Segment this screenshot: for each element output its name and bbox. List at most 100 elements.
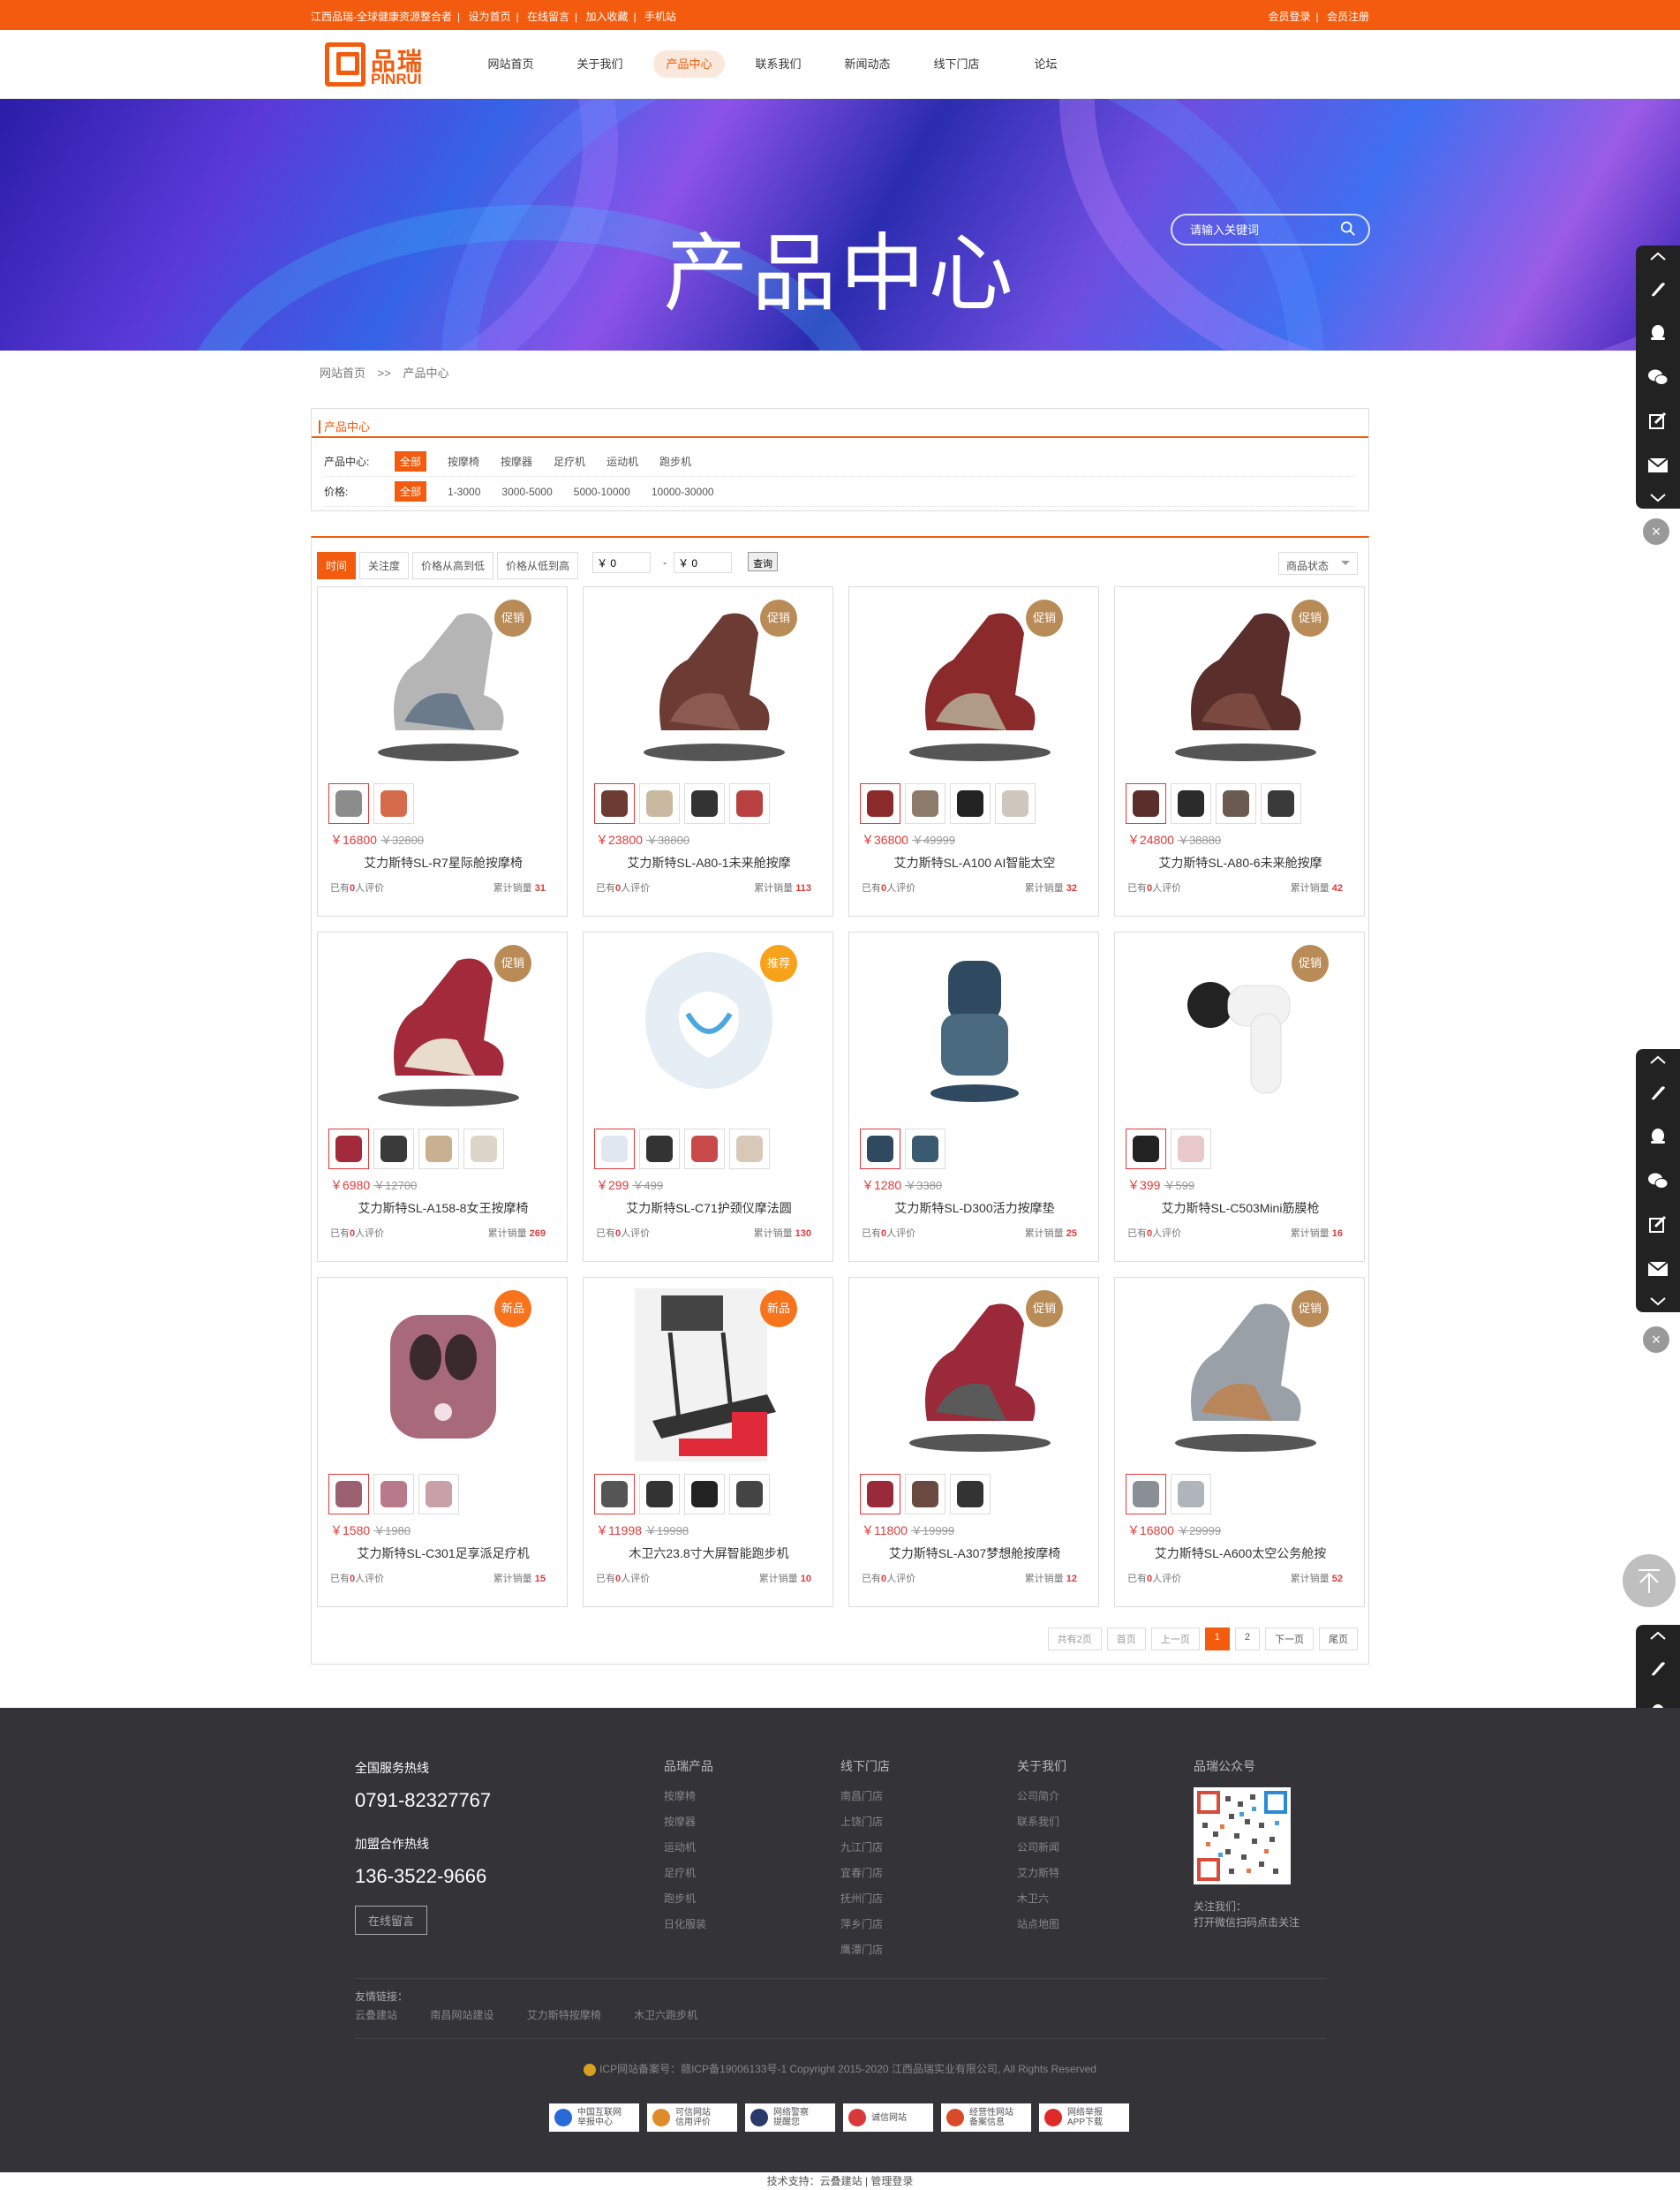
product-card[interactable]: 促销 ￥399 ￥599 艾力斯特SL-C503Mini筋膜枪 已有0人评价 累计销量 1… [1114, 932, 1365, 1262]
min-price-input[interactable] [592, 552, 652, 573]
product-thumbnail[interactable] [639, 1474, 680, 1514]
chevron-up-icon[interactable] [1636, 1625, 1680, 1646]
category-option[interactable]: 按摩椅 [448, 454, 479, 469]
category-option[interactable]: 跑步机 [659, 454, 691, 469]
product-card[interactable]: 促销 ￥6980 ￥12700 艾力斯特SL-A158-8女王按摩椅 已有0人评价 累计销… [317, 932, 568, 1262]
footer-link[interactable]: 鹰潭门店 [840, 1937, 890, 1963]
close-icon[interactable]: × [1643, 1326, 1669, 1353]
wechat-icon[interactable] [1636, 1159, 1680, 1203]
product-thumbnail[interactable] [684, 1474, 725, 1514]
price-option[interactable]: 3000-5000 [501, 486, 552, 498]
footer-link[interactable]: 公司新闻 [1017, 1835, 1066, 1861]
product-name[interactable]: 艾力斯特SL-D300活力按摩垫 [862, 1199, 1088, 1217]
product-name[interactable]: 木卫六23.8寸大屏智能跑步机 [596, 1544, 822, 1562]
product-card[interactable]: 新品 ￥1580 ￥1980 艾力斯特SL-C301足享派足疗机 已有0人评价 累计销量 … [317, 1277, 568, 1607]
online-message-button[interactable]: 在线留言 [355, 1906, 428, 1935]
product-thumbnail[interactable] [639, 1129, 680, 1169]
page-1-button[interactable]: 1 [1204, 1627, 1230, 1650]
product-thumbnail[interactable] [905, 1474, 945, 1514]
product-thumbnail[interactable] [639, 783, 680, 824]
product-name[interactable]: 艾力斯特SL-C503Mini筋膜枪 [1127, 1199, 1353, 1217]
badge-trusted-site[interactable]: 可信网站 信用评价 [647, 2103, 737, 2132]
product-thumbnail[interactable] [418, 1129, 459, 1169]
badge-business-site[interactable]: 经营性网站 备案信息 [941, 2103, 1031, 2132]
product-thumbnail[interactable] [418, 1474, 459, 1514]
footer-link[interactable]: 抚州门店 [840, 1886, 890, 1912]
breadcrumb-current[interactable]: 产品中心 [403, 366, 448, 380]
footer-link[interactable]: 宜春门店 [840, 1861, 890, 1886]
chevron-down-icon[interactable] [1636, 487, 1680, 509]
nav-item-stores[interactable]: 线下门店 [912, 30, 1001, 99]
price-option[interactable]: 全部 [395, 481, 427, 502]
product-thumbnail[interactable] [905, 783, 945, 824]
footer-link[interactable]: 萍乡门店 [840, 1912, 890, 1937]
footer-link[interactable]: 南昌门店 [840, 1784, 890, 1809]
badge-integrity-site[interactable]: 诚信网站 [843, 2103, 933, 2132]
product-name[interactable]: 艾力斯特SL-A600太空公务舱按 [1127, 1544, 1353, 1562]
product-thumbnail[interactable] [950, 783, 991, 824]
next-page-button[interactable]: 下一页 [1265, 1627, 1314, 1650]
phone-icon[interactable] [1636, 1646, 1680, 1690]
max-price-input[interactable] [674, 552, 733, 573]
search-icon[interactable] [1340, 221, 1356, 237]
page-2-button[interactable]: 2 [1234, 1627, 1260, 1650]
product-thumbnail[interactable] [1126, 1474, 1166, 1514]
mobile-site-link[interactable]: 手机站 [644, 11, 676, 23]
friend-link[interactable]: 云叠建站 [355, 2009, 397, 2021]
category-option[interactable]: 全部 [395, 451, 427, 472]
product-thumbnail[interactable] [463, 1129, 504, 1169]
product-thumbnail[interactable] [950, 1474, 991, 1514]
product-thumbnail[interactable] [373, 1474, 414, 1514]
product-thumbnail[interactable] [729, 1474, 770, 1514]
nav-item-news[interactable]: 新闻动态 [823, 30, 912, 99]
badge-report-center[interactable]: 中国互联网 举报中心 [549, 2103, 639, 2132]
sort-price-desc-button[interactable]: 价格从高到低 [412, 552, 494, 579]
phone-icon[interactable] [1636, 267, 1680, 311]
last-page-button[interactable]: 尾页 [1319, 1627, 1358, 1650]
prev-page-button[interactable]: 上一页 [1150, 1627, 1200, 1650]
product-card[interactable]: 促销 ￥23800 ￥38800 艾力斯特SL-A80-1未来舱按摩 已有0人评价 累计销… [583, 586, 833, 917]
product-thumbnail[interactable] [1171, 1474, 1211, 1514]
footer-link[interactable]: 跑步机 [664, 1886, 713, 1912]
edit-icon[interactable] [1636, 1203, 1680, 1247]
friend-link[interactable]: 木卫六跑步机 [634, 2009, 697, 2021]
product-thumbnail[interactable] [729, 1129, 770, 1169]
product-thumbnail[interactable] [860, 1474, 900, 1514]
nav-item-home[interactable]: 网站首页 [466, 30, 555, 99]
phone-icon[interactable] [1636, 1070, 1680, 1114]
sort-price-asc-button[interactable]: 价格从低到高 [497, 552, 579, 579]
mail-icon[interactable] [1636, 443, 1680, 487]
wechat-icon[interactable] [1636, 355, 1680, 399]
chevron-up-icon[interactable] [1636, 1049, 1680, 1070]
product-thumbnail[interactable] [995, 783, 1036, 824]
product-name[interactable]: 艾力斯特SL-R7星际舱按摩椅 [330, 854, 556, 872]
product-thumbnail[interactable] [594, 1129, 635, 1169]
footer-link[interactable]: 九江门店 [840, 1835, 890, 1861]
product-thumbnail[interactable] [1261, 783, 1301, 824]
product-name[interactable]: 艾力斯特SL-C71护颈仪摩法圆 [596, 1199, 822, 1217]
product-thumbnail[interactable] [729, 783, 770, 824]
product-thumbnail[interactable] [373, 1129, 414, 1169]
sort-popularity-button[interactable]: 关注度 [359, 552, 410, 579]
member-login-link[interactable]: 会员登录 [1269, 11, 1311, 23]
product-card[interactable]: 促销 ￥11800 ￥19999 艾力斯特SL-A307梦想舱按摩椅 已有0人评价 累计销… [848, 1277, 1099, 1607]
footer-link[interactable]: 按摩椅 [664, 1784, 713, 1809]
product-name[interactable]: 艾力斯特SL-A307梦想舱按摩椅 [862, 1544, 1088, 1562]
product-card[interactable]: 新品 ￥11998 ￥19998 木卫六23.8寸大屏智能跑步机 已有0人评价 累计销量 … [583, 1277, 833, 1607]
add-favorite-link[interactable]: 加入收藏 [585, 11, 628, 23]
edit-icon[interactable] [1636, 399, 1680, 443]
product-thumbnail[interactable] [328, 1129, 369, 1169]
sort-time-button[interactable]: 时间 [317, 552, 357, 579]
friend-link[interactable]: 南昌网站建设 [430, 2009, 493, 2021]
footer-link[interactable]: 按摩器 [664, 1809, 713, 1835]
product-thumbnail[interactable] [594, 783, 635, 824]
nav-item-products[interactable]: 产品中心 [644, 30, 734, 99]
price-option[interactable]: 10000-30000 [652, 486, 714, 498]
category-option[interactable]: 运动机 [606, 454, 638, 469]
first-page-button[interactable]: 首页 [1106, 1627, 1146, 1650]
back-to-top-button[interactable] [1623, 1554, 1676, 1607]
price-option[interactable]: 5000-10000 [574, 486, 630, 498]
footer-link[interactable]: 上饶门店 [840, 1809, 890, 1835]
mail-icon[interactable] [1636, 1247, 1680, 1291]
nav-item-forum[interactable]: 论坛 [1001, 30, 1090, 99]
